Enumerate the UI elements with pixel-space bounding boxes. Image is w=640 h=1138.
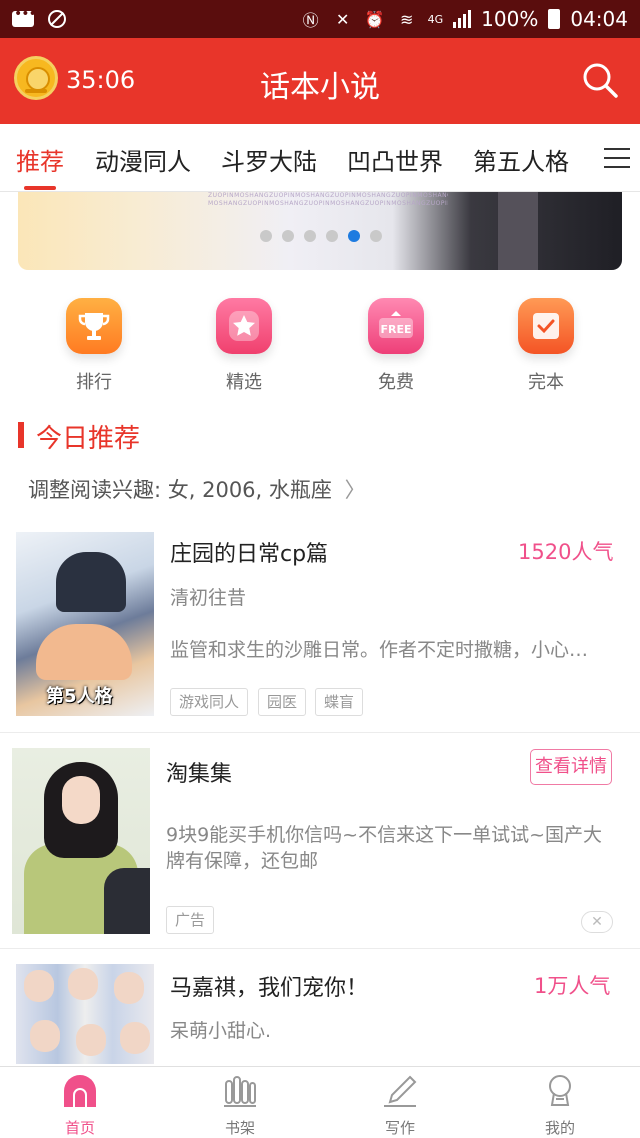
book-title[interactable]: 庄园的日常cp篇 — [170, 536, 328, 568]
reading-interest-text: 调整阅读兴趣: 女, 2006, 水瓶座 — [28, 478, 332, 502]
app-header: 35:06 话本小说 — [0, 38, 640, 124]
cover-face — [76, 1024, 106, 1056]
banner-figure — [498, 192, 538, 270]
book-author[interactable]: 呆萌小甜心. — [170, 1016, 271, 1043]
divider — [0, 732, 640, 733]
carousel-dot — [304, 230, 316, 242]
view-details-button[interactable]: 查看详情 — [530, 749, 612, 785]
search-icon[interactable] — [580, 60, 620, 100]
book-tag[interactable]: 游戏同人 — [170, 688, 249, 716]
battery-percent: 100% — [481, 7, 539, 31]
ad-label: 广告 — [166, 906, 215, 934]
book-tag[interactable]: 蝶盲 — [315, 688, 364, 716]
home-icon — [62, 1073, 98, 1109]
alarm-icon: ⏰ — [364, 9, 385, 29]
tab-indicator — [24, 186, 56, 190]
carousel-dot-active — [348, 230, 360, 242]
tab-aotu-world[interactable]: 凹凸世界 — [347, 142, 443, 177]
book-tag[interactable]: 园医 — [258, 688, 307, 716]
ad-figure-shadow — [104, 868, 150, 934]
book-author[interactable]: 清初往昔 — [170, 583, 246, 610]
book-title[interactable]: 马嘉祺，我们宠你！ — [170, 970, 368, 1002]
trophy-icon — [66, 298, 122, 354]
ad-title[interactable]: 淘集集 — [166, 756, 232, 788]
network-type: 4G — [427, 12, 444, 26]
vibrate-icon: ✕ — [335, 9, 350, 29]
book-cover[interactable]: 第5人格 — [16, 532, 154, 716]
app-title: 话本小说 — [260, 70, 380, 105]
entry-free[interactable]: FREE 免费 — [346, 298, 446, 394]
nfc-icon: Ⓝ — [302, 11, 319, 30]
status-bar: Ⓝ ✕ ⏰ ≋ 4G 100% 04:04 — [0, 0, 640, 38]
section-title: 今日推荐 — [36, 424, 141, 454]
book-cover[interactable] — [16, 964, 154, 1064]
entry-label: 排行 — [76, 372, 112, 393]
nav-home[interactable]: 首页 — [40, 1073, 120, 1138]
message-icon — [12, 6, 36, 27]
bottom-navigation: 首页 书架 写作 我的 — [0, 1066, 640, 1138]
carousel-dot — [260, 230, 272, 242]
category-tabs: 推荐 动漫同人 斗罗大陆 凹凸世界 第五人格 — [0, 124, 640, 192]
book-description: 监管和求生的沙雕日常。作者不定时撒糖，小心… — [170, 639, 589, 661]
nav-label: 首页 — [64, 1119, 95, 1137]
free-badge-icon: FREE — [368, 298, 424, 354]
divider — [0, 948, 640, 949]
chevron-right-icon: 〉 — [344, 478, 366, 502]
cover-characters — [36, 624, 132, 680]
entry-featured[interactable]: 精选 — [194, 298, 294, 394]
free-badge-text: FREE — [380, 323, 411, 336]
nav-label: 写作 — [384, 1119, 415, 1137]
tab-anime-fanfic[interactable]: 动漫同人 — [95, 142, 191, 177]
bookshelf-icon — [222, 1073, 258, 1109]
carousel-dot — [282, 230, 294, 242]
carousel-dots — [260, 230, 382, 242]
cover-logo-text: 第5人格 — [46, 686, 113, 707]
entry-completed[interactable]: 完本 — [496, 298, 596, 394]
close-ad-button[interactable]: ✕ — [581, 911, 613, 933]
banner-carousel[interactable]: ZUOPINMOSHANGZUOPINMOSHANGZUOPINMOSHANGZ… — [18, 192, 622, 270]
cover-face — [24, 970, 54, 1002]
ad-figure-face — [62, 776, 100, 824]
cover-figure — [56, 552, 126, 612]
tab-douluo[interactable]: 斗罗大陆 — [221, 142, 317, 177]
blocked-icon — [48, 10, 66, 28]
book-popularity: 1万人气 — [534, 974, 611, 998]
clock: 04:04 — [570, 7, 628, 31]
ad-description: 9块9能买手机你信吗~不信来这下一单试试~国产大牌有保障，还包邮 — [166, 824, 603, 872]
cover-face — [68, 968, 98, 1000]
entry-label: 精选 — [226, 372, 262, 393]
reading-interest-link[interactable]: 调整阅读兴趣: 女, 2006, 水瓶座 〉 — [28, 474, 366, 504]
nav-profile[interactable]: 我的 — [520, 1073, 600, 1138]
tab-recommend[interactable]: 推荐 — [16, 142, 64, 177]
nav-bookshelf[interactable]: 书架 — [200, 1073, 280, 1138]
cover-face — [120, 1022, 150, 1054]
menu-icon[interactable] — [604, 148, 630, 168]
section-marker — [18, 422, 24, 448]
book-popularity: 1520人气 — [518, 540, 614, 564]
banner-watermark: ZUOPINMOSHANGZUOPINMOSHANGZUOPINMOSHANGZ… — [208, 192, 448, 207]
signal-icon — [453, 10, 472, 28]
wifi-icon: ≋ — [399, 9, 414, 29]
battery-icon — [548, 9, 561, 29]
cover-face — [30, 1020, 60, 1052]
entry-ranking[interactable]: 排行 — [44, 298, 144, 394]
nav-label: 书架 — [224, 1119, 255, 1137]
entry-label: 完本 — [528, 372, 564, 393]
nav-label: 我的 — [544, 1119, 575, 1137]
entry-label: 免费 — [378, 372, 414, 393]
profile-icon — [542, 1073, 578, 1109]
pen-icon — [382, 1073, 418, 1109]
checkmark-icon — [518, 298, 574, 354]
ad-image[interactable] — [12, 748, 150, 934]
carousel-dot — [326, 230, 338, 242]
star-icon — [216, 298, 272, 354]
tab-identity-v[interactable]: 第五人格 — [473, 142, 569, 177]
carousel-dot — [370, 230, 382, 242]
nav-write[interactable]: 写作 — [360, 1073, 440, 1138]
cover-face — [114, 972, 144, 1004]
